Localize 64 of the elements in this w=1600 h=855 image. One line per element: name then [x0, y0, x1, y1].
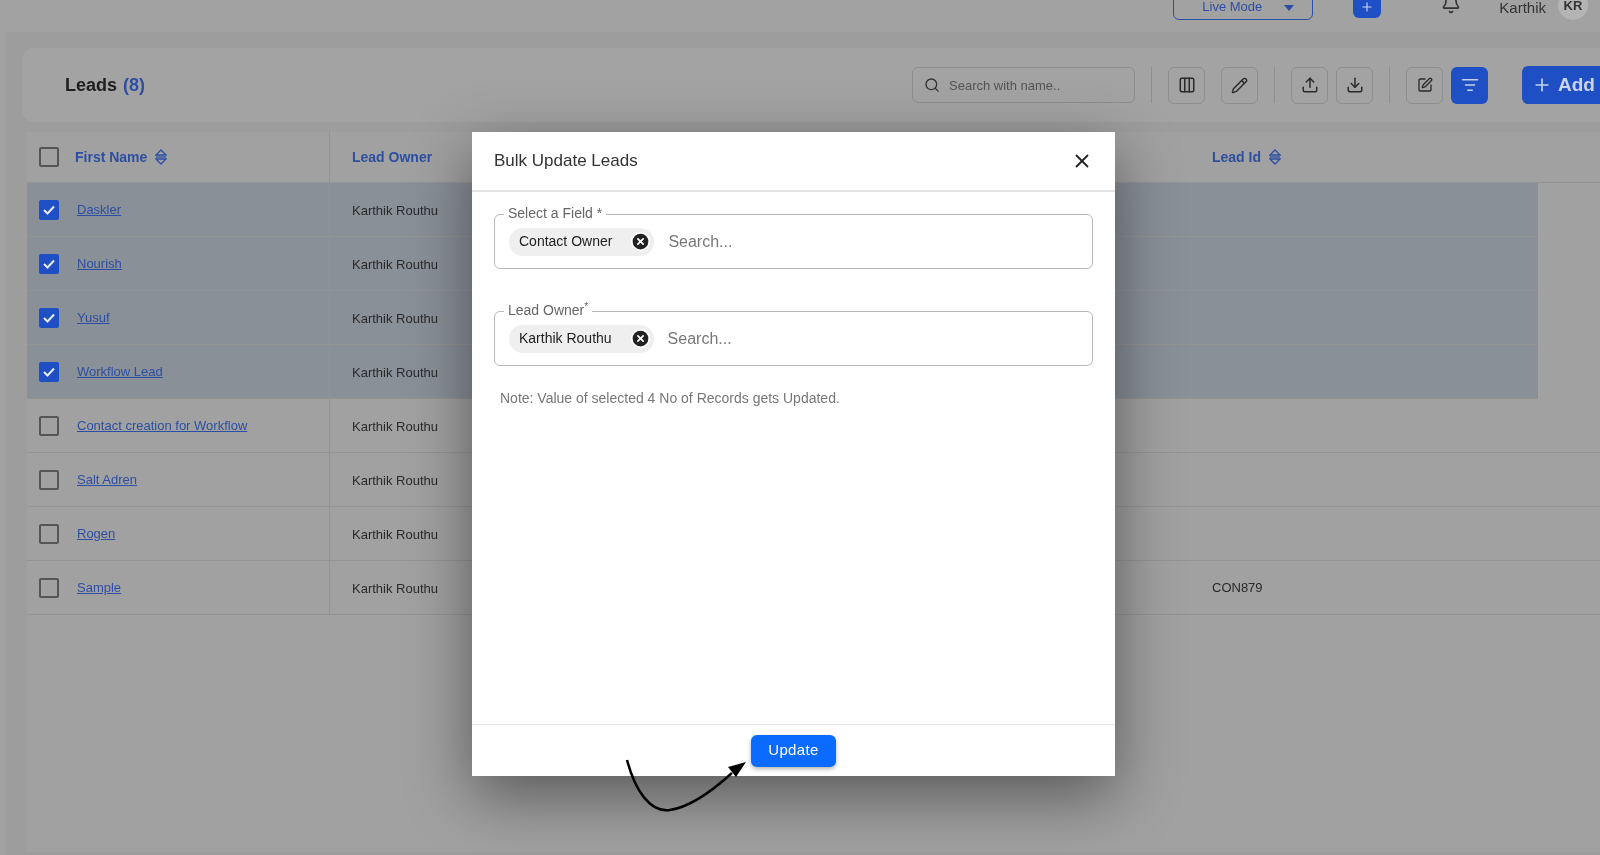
upload-icon — [1300, 76, 1319, 94]
add-icon-button[interactable] — [1353, 0, 1382, 18]
lead-name-link[interactable]: Rogen — [77, 523, 116, 544]
user-avatar[interactable]: KR — [1558, 0, 1588, 20]
column-header[interactable]: Lead Id — [1212, 146, 1261, 168]
sort-icon[interactable] — [155, 149, 168, 165]
checkbox[interactable] — [39, 199, 59, 220]
download-icon — [1345, 76, 1364, 94]
caret-icon — [1284, 5, 1295, 12]
compose-icon — [1416, 77, 1433, 93]
bell-icon[interactable] — [1441, 0, 1462, 14]
lead-name-link[interactable]: Nourish — [77, 253, 122, 274]
lead-name-link[interactable]: Contact creation for Workflow — [77, 415, 248, 436]
filter-icon — [1460, 76, 1479, 94]
lead-name-link[interactable]: Salt Adren — [77, 469, 137, 490]
search-input[interactable]: Search... — [668, 229, 1078, 254]
mode-dropdown[interactable]: Live Mode — [1173, 0, 1314, 20]
filter-button[interactable] — [1451, 66, 1488, 104]
note-text: Note: Value of selected 4 No of Records gets Updated. — [499, 389, 841, 408]
update-button[interactable]: Update — [751, 734, 836, 767]
add-button[interactable]: Add — [1522, 66, 1600, 104]
search-icon — [924, 77, 940, 93]
lead-name-link[interactable]: Daskler — [77, 199, 122, 220]
lead-name-link[interactable]: Yusuf — [77, 307, 110, 328]
search-field[interactable]: Search with name.. — [912, 67, 1135, 103]
checkbox[interactable] — [39, 361, 59, 382]
columns-icon — [1177, 76, 1196, 94]
selected-chip: Karthik Routhu — [509, 324, 654, 353]
checkbox[interactable] — [39, 523, 59, 544]
dialog-title: Bulk Update Leads — [494, 150, 638, 173]
lead-owner-cell: Karthik Routhu — [352, 364, 438, 380]
download-button[interactable] — [1336, 66, 1373, 104]
checkbox[interactable] — [39, 577, 59, 598]
lead-owner-cell: Karthik Routhu — [352, 580, 438, 596]
sort-icon[interactable] — [1269, 149, 1281, 165]
lead-owner-cell: Karthik Routhu — [352, 256, 438, 272]
columns-button[interactable] — [1168, 66, 1205, 104]
checkbox[interactable] — [39, 253, 59, 274]
lead-name-link[interactable]: Workflow Lead — [77, 361, 163, 382]
checkbox[interactable] — [39, 307, 59, 328]
lead-name-link[interactable]: Sample — [77, 577, 122, 598]
checkbox[interactable] — [39, 147, 59, 167]
edit-button[interactable] — [1221, 66, 1258, 104]
checkbox[interactable] — [39, 469, 59, 490]
checkbox[interactable] — [39, 415, 59, 436]
plus-icon — [1360, 0, 1375, 14]
lead-owner-cell: Karthik Routhu — [352, 526, 438, 542]
page-title: Leads — [65, 73, 118, 97]
column-header[interactable]: First Name — [75, 146, 148, 168]
lead-id-cell-text: CON879 — [1212, 578, 1263, 597]
column-header[interactable]: Lead Owner — [352, 146, 433, 168]
lead-owner-cell: Karthik Routhu — [352, 202, 438, 218]
remove-icon[interactable] — [629, 328, 651, 349]
lead-owner-cell: Karthik Routhu — [352, 418, 438, 434]
compose-button[interactable] — [1406, 66, 1443, 104]
search-input[interactable]: Search... — [667, 326, 1078, 351]
lead-owner-cell: Karthik Routhu — [352, 472, 438, 488]
lead-count: (8) — [123, 73, 146, 97]
user-name[interactable]: Karthik — [1499, 0, 1546, 20]
upload-button[interactable] — [1291, 66, 1328, 104]
lead-owner-cell: Karthik Routhu — [352, 310, 438, 326]
selected-chip: Contact Owner — [509, 227, 655, 256]
remove-icon[interactable] — [630, 231, 652, 252]
edit-icon — [1231, 76, 1248, 94]
